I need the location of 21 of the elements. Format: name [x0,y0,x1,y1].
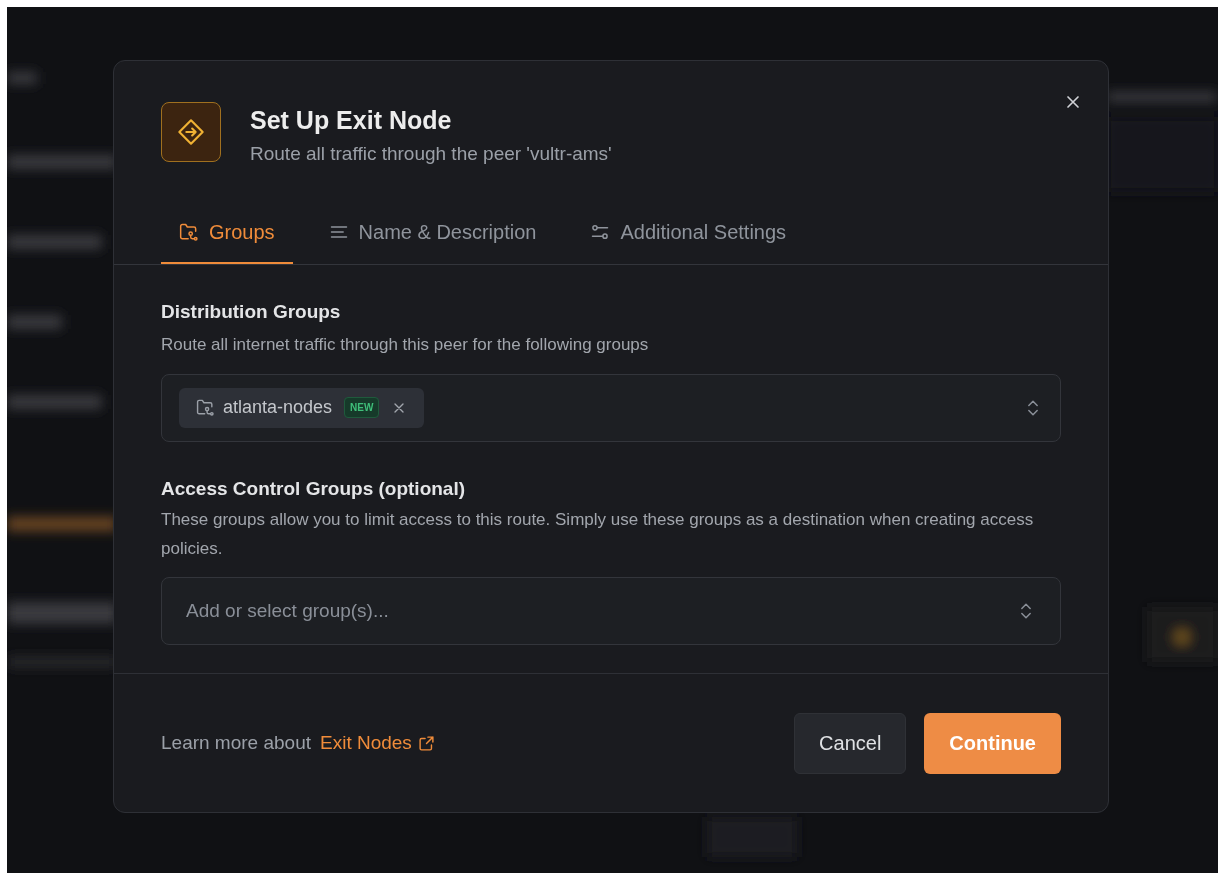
dialog-subtitle: Route all traffic through the peer 'vultr-ams' [250,142,612,166]
field-help: These groups allow you to limit access to this route. Simply use these groups as a destination when creating access policies. [161,509,1035,560]
tab[interactable]: Name & Description [310,201,555,264]
footer-text: Learn more about [161,730,311,755]
group-select[interactable]: atlanta-nodes NEW [161,373,1061,442]
field-help: Route all internet traffic through this peer for the following groups [161,334,650,356]
new-badge: NEW [344,397,380,418]
external-link-icon [417,734,435,752]
exit-nodes-link[interactable]: Exit Nodes [320,728,435,758]
group-select[interactable]: Add or select group(s)... [161,577,1061,645]
folder-icon [179,221,199,242]
chip-label: atlanta-nodes [223,396,333,419]
tab[interactable]: Groups [161,201,293,264]
field-label: Distribution Groups [161,299,342,324]
dialog-title: Set Up Exit Node [250,105,453,136]
cancel-button[interactable]: Cancel [794,712,907,774]
tab[interactable]: Additional Settings [572,201,805,264]
folder-icon [196,398,215,417]
diamond-arrow-icon [177,118,205,146]
field-label: Access Control Groups (optional) [161,476,467,501]
group-input[interactable]: Add or select group(s)... [186,596,1016,626]
